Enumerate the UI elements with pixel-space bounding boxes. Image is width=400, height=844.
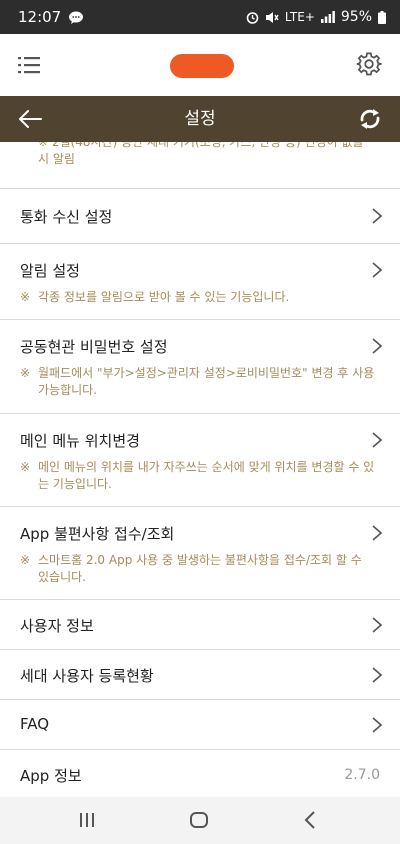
settings-item-label: 메인 메뉴 위치변경 [20, 432, 140, 450]
settings-item-menu-position[interactable]: 메인 메뉴 위치변경 ※ 메인 메뉴의 위치를 내가 자주쓰는 순서에 맞게 위… [0, 413, 400, 506]
settings-item-call-receive[interactable]: 통화 수신 설정 [0, 188, 400, 243]
settings-item-notification[interactable]: 알림 설정 ※ 각종 정보를 알림으로 받아 볼 수 있는 기능입니다. [0, 243, 400, 319]
chevron-right-icon [372, 617, 382, 633]
battery-label: 95% [340, 9, 372, 25]
home-icon[interactable] [190, 812, 208, 828]
settings-item-app-info[interactable]: App 정보 2.7.0 [0, 749, 400, 797]
chevron-right-icon [372, 338, 382, 354]
note-text: 각종 정보를 알림으로 받아 볼 수 있는 기능입니다. [38, 290, 290, 304]
refresh-icon[interactable] [358, 107, 382, 131]
settings-item-faq[interactable]: FAQ [0, 699, 400, 749]
message-icon [69, 11, 84, 24]
settings-item-label: 사용자 정보 [20, 617, 94, 635]
settings-item-entrance-password[interactable]: 공동현관 비밀번호 설정 ※ 월패드에서 "부가>설정>관리자 설정>로비비밀번… [0, 319, 400, 413]
app-version: 2.7.0 [344, 767, 380, 783]
settings-item-label: 알림 설정 [20, 262, 80, 280]
settings-item-app-complaint[interactable]: App 불편사항 접수/조회 ※ 스마트홈 2.0 App 사용 중 발생하는 … [0, 506, 400, 599]
settings-item-household-users[interactable]: 세대 사용자 등록현황 [0, 649, 400, 699]
alarm-icon [246, 11, 259, 24]
chevron-right-icon [372, 525, 382, 541]
chevron-right-icon [372, 667, 382, 683]
battery-icon [378, 10, 386, 24]
gear-icon[interactable] [356, 51, 382, 77]
recent-apps-icon[interactable] [79, 813, 95, 827]
note-mark: ※ [20, 553, 31, 567]
status-time: 12:07 [18, 8, 62, 26]
note-text: 메인 메뉴의 위치를 내가 자주쓰는 순서에 맞게 위치를 변경할 수 있는 기… [38, 460, 375, 491]
system-nav-bar [0, 797, 400, 844]
settings-item-label: 공동현관 비밀번호 설정 [20, 338, 168, 356]
settings-list[interactable]: ※ 2일(48시간) 동안 세대 기기(조명, 가스, 난방 등) 변경이 없을… [0, 142, 400, 797]
settings-item-note: ※ 월패드에서 "부가>설정>관리자 설정>로비비밀번호" 변경 후 사용 가능… [20, 365, 375, 399]
settings-item-label: App 정보 [20, 767, 82, 785]
settings-item-label: 세대 사용자 등록현황 [20, 667, 154, 685]
brand-logo[interactable] [170, 54, 234, 78]
list-menu-icon[interactable] [18, 56, 40, 74]
settings-item-note: ※ 스마트홈 2.0 App 사용 중 발생하는 불편사항을 접수/조회 할 수… [20, 552, 375, 586]
note-mark: ※ [20, 460, 31, 474]
settings-item-note: ※ 각종 정보를 알림으로 받아 볼 수 있는 기능입니다. [20, 289, 375, 306]
note-mark: ※ [20, 366, 31, 380]
settings-item-label: 통화 수신 설정 [20, 208, 113, 226]
nav-back-icon[interactable] [304, 811, 316, 829]
signal-icon [320, 11, 335, 23]
note-text: 월패드에서 "부가>설정>관리자 설정>로비비밀번호" 변경 후 사용 가능합니… [38, 366, 375, 397]
chevron-right-icon [372, 262, 382, 278]
settings-item-label: App 불편사항 접수/조회 [20, 525, 175, 543]
chevron-right-icon [372, 432, 382, 448]
chevron-right-icon [372, 717, 382, 733]
network-label: LTE+ [284, 10, 315, 24]
settings-item-user-info[interactable]: 사용자 정보 [0, 599, 400, 649]
title-bar: 설정 [0, 96, 400, 142]
partial-note: ※ 2일(48시간) 동안 세대 기기(조명, 가스, 난방 등) 변경이 없을… [38, 142, 364, 166]
top-bar [0, 34, 400, 96]
mute-icon [265, 11, 279, 23]
note-text: 스마트홈 2.0 App 사용 중 발생하는 불편사항을 접수/조회 할 수 있… [38, 553, 362, 584]
status-bar: 12:07 LTE+ 95% [0, 0, 400, 34]
page-title: 설정 [184, 109, 216, 129]
chevron-right-icon [372, 208, 382, 224]
settings-item-note: ※ 메인 메뉴의 위치를 내가 자주쓰는 순서에 맞게 위치를 변경할 수 있는… [20, 459, 375, 493]
note-mark: ※ [20, 290, 31, 304]
settings-item-label: FAQ [20, 715, 50, 733]
